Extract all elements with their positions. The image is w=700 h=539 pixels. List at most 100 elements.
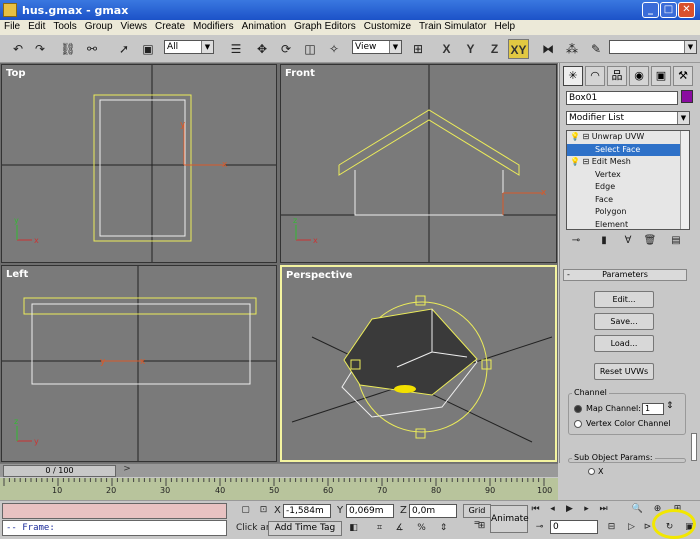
viewport-perspective[interactable]: Perspective [280, 265, 557, 462]
axis-xy-button[interactable]: XY [508, 39, 529, 59]
menu-customize[interactable]: Customize [360, 20, 415, 32]
go-to-end-icon[interactable]: ⏭ [596, 502, 611, 517]
spinner-snap-icon[interactable]: ⇕ [436, 521, 451, 536]
minimize-button[interactable]: _ [642, 2, 659, 18]
edit-button[interactable]: Edit... [594, 291, 654, 308]
parameters-rollout[interactable]: - Parameters [563, 269, 687, 281]
time-slider-thumb[interactable]: 0 / 100 [3, 465, 116, 477]
stack-scrollbar[interactable] [680, 131, 689, 229]
axis-z-button[interactable]: Z [484, 39, 505, 59]
load-button[interactable]: Load... [594, 335, 654, 352]
previous-frame-icon[interactable]: ◂ [545, 502, 560, 517]
next-frame-icon[interactable]: ▸ [579, 502, 594, 517]
menu-graph-editors[interactable]: Graph Editors [290, 20, 360, 32]
menu-file[interactable]: File [0, 20, 24, 32]
map-channel-radio[interactable] [574, 405, 582, 413]
ref-coord-dropdown[interactable]: View ▼ [352, 40, 402, 54]
redo-icon[interactable]: ↷ [30, 39, 50, 59]
y-coord-input[interactable]: 0,069m [346, 504, 394, 518]
remove-modifier-icon[interactable]: 🗑 [642, 235, 658, 249]
snap-toggle-icon[interactable]: ⌗ [372, 521, 387, 536]
object-name-input[interactable]: Box01 [566, 91, 678, 105]
viewport-top[interactable]: x y y x Top [1, 64, 277, 263]
current-frame-input[interactable]: 0 [550, 520, 598, 534]
menu-views[interactable]: Views [117, 20, 152, 32]
menu-train-simulator[interactable]: Train Simulator [415, 20, 490, 32]
undo-icon[interactable]: ↶ [8, 39, 28, 59]
menu-help[interactable]: Help [490, 20, 519, 32]
configure-sets-icon[interactable]: ▤ [668, 235, 684, 249]
rotate-icon[interactable]: ⟳ [276, 39, 296, 59]
align-icon[interactable]: ⁂ [562, 39, 582, 59]
next-frame-icon[interactable]: > [120, 464, 134, 476]
viewport-front[interactable]: x z x Front [280, 64, 557, 263]
select-by-name-icon[interactable]: ☰ [226, 39, 246, 59]
reset-uvws-button[interactable]: Reset UVWs [594, 363, 654, 380]
map-channel-input[interactable]: 1 [642, 403, 664, 415]
axis-y-button[interactable]: Y [460, 39, 481, 59]
stack-item[interactable]: Select Face [567, 143, 689, 156]
display-tab-icon[interactable]: ▣ [651, 66, 671, 86]
lock-selection-icon[interactable]: ▢ [238, 503, 253, 518]
maxscript-listener-top[interactable] [2, 503, 227, 519]
maximize-button[interactable]: □ [660, 2, 677, 18]
pan-icon[interactable]: ▷ [624, 520, 639, 535]
go-to-start-icon[interactable]: ⏮ [528, 502, 543, 517]
select-arrow-icon[interactable]: ➚ [114, 39, 134, 59]
menu-edit[interactable]: Edit [24, 20, 49, 32]
save-button[interactable]: Save... [594, 313, 654, 330]
stack-item[interactable]: Vertex [567, 169, 689, 182]
time-config-icon[interactable]: ⊟ [604, 520, 619, 535]
menu-animation[interactable]: Animation [238, 20, 290, 32]
percent-snap-icon[interactable]: % [414, 521, 429, 536]
track-bar[interactable]: 10 20 30 40 50 60 70 80 90 100 [0, 478, 558, 500]
stack-item[interactable]: 💡 ⊟ Edit Mesh [567, 156, 689, 169]
selection-filter-dropdown[interactable]: All ▼ [164, 40, 214, 54]
modify-tab-icon[interactable]: ◠ [585, 66, 605, 86]
close-button[interactable]: ✕ [678, 2, 695, 18]
time-slider[interactable]: 0 / 100 > [0, 463, 558, 477]
stack-item[interactable]: Face [567, 194, 689, 207]
stack-item[interactable]: Element [567, 219, 689, 230]
vertex-color-channel-radio[interactable] [574, 420, 582, 428]
modifier-list-dropdown[interactable]: Modifier List ▼ [566, 111, 690, 125]
stack-item[interactable]: 💡 ⊟ Unwrap UVW [567, 131, 689, 144]
panel-scrollbar[interactable] [691, 433, 697, 461]
map-channel-spinner-icon[interactable]: ⇕ [666, 401, 674, 411]
snap-icon[interactable]: ✎ [586, 39, 606, 59]
menu-tools[interactable]: Tools [49, 20, 80, 32]
stack-item[interactable]: Edge [567, 181, 689, 194]
sub-object-x-radio[interactable] [588, 468, 595, 475]
axis-x-button[interactable]: X [436, 39, 457, 59]
region-select-icon[interactable]: ▣ [138, 39, 158, 59]
z-coord-input[interactable]: 0,0m [409, 504, 457, 518]
pin-stack-icon[interactable]: ⊸ [568, 235, 584, 249]
object-color-swatch[interactable] [681, 90, 693, 103]
motion-tab-icon[interactable]: ◉ [629, 66, 649, 86]
zoom-icon[interactable]: 🔍 [630, 502, 645, 517]
grid-setting[interactable]: Grid = [463, 504, 491, 527]
pivot-icon[interactable]: ⊞ [408, 39, 428, 59]
viewport-left[interactable]: y x z y Left [1, 265, 277, 462]
add-time-tag-button[interactable]: Add Time Tag [268, 521, 342, 536]
mirror-icon[interactable]: ⧓ [538, 39, 558, 59]
grid-snap-icon[interactable]: ⊞ [474, 519, 489, 534]
create-tab-icon[interactable]: ✳ [563, 66, 583, 86]
x-coord-input[interactable]: -1,584m [283, 504, 331, 518]
unlink-icon[interactable]: ⚯ [82, 39, 102, 59]
scale-icon[interactable]: ◫ [300, 39, 320, 59]
menu-group[interactable]: Group [81, 20, 117, 32]
absolute-mode-icon[interactable]: ⊡ [256, 503, 271, 518]
named-selection-dropdown[interactable]: ▼ [609, 40, 697, 54]
make-unique-icon[interactable]: ∀ [620, 235, 636, 249]
menu-modifiers[interactable]: Modifiers [189, 20, 238, 32]
key-mode-icon[interactable]: ⊸ [532, 520, 547, 535]
maxscript-listener-bottom[interactable]: -- Frame: [2, 520, 227, 536]
link-icon[interactable]: ⛓ [58, 39, 78, 59]
isolate-icon[interactable]: ◧ [346, 521, 361, 536]
utilities-tab-icon[interactable]: ⚒ [673, 66, 693, 86]
animate-button[interactable]: Animate [490, 505, 529, 533]
angle-snap-icon[interactable]: ∡ [392, 521, 407, 536]
stack-item[interactable]: Polygon [567, 206, 689, 219]
show-end-result-icon[interactable]: ▮ [596, 235, 612, 249]
